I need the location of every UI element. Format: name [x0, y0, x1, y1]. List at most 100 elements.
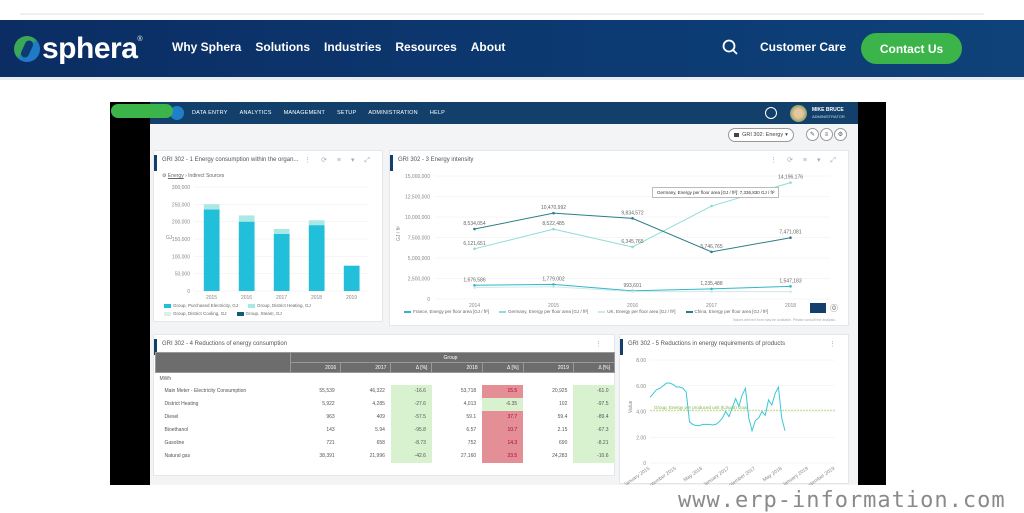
list-icon[interactable]: ≡ [820, 128, 833, 141]
table-cell: -42.6 [390, 449, 432, 463]
export-button[interactable] [810, 303, 826, 313]
column-header[interactable]: Δ [%] [572, 362, 616, 373]
legend-item[interactable]: Group, Steam, GJ [236, 311, 282, 316]
app-menu: DATA ENTRY ANALYTICS MANAGEMENT SETUP AD… [192, 110, 445, 116]
data-label: 1,779,002 [542, 276, 564, 282]
dashboard-icon [734, 133, 740, 137]
logo-text: sphera [42, 32, 138, 65]
row-label: Diesel [164, 414, 179, 420]
table-row: Diesel 963 409 -57.5 59.1 37.7 59.4 -89.4 [156, 410, 615, 424]
data-label: 993,601 [623, 283, 641, 289]
y-tick-label: 2.00 [636, 435, 646, 441]
app-menu-management[interactable]: MANAGEMENT [284, 110, 325, 116]
legend-item[interactable]: Group, District Heating, GJ [247, 303, 311, 308]
product-line-chart: 02.004.006.008.00Value Group, Energy per … [623, 358, 836, 485]
notification-icon[interactable] [765, 107, 777, 119]
app-menu-administration[interactable]: ADMINISTRATION [368, 110, 417, 116]
table-cell: 59.4 [557, 414, 568, 420]
table-cell: 59.1 [466, 414, 477, 420]
y-axis-label: GJ [166, 235, 173, 241]
data-point [631, 217, 634, 220]
column-header[interactable]: Δ [%] [481, 362, 524, 373]
line-chart: 0 2,500,000 5,000,000 7,500,000 10,000,000 12… [396, 174, 830, 309]
legend-item[interactable]: Group, Purchased Electricity, GJ [164, 303, 238, 308]
table-row: Gasoline 721 658 -8.73 752 14.3 690 -8.21 [156, 436, 615, 450]
data-point [552, 285, 555, 288]
table-cell: -8.21 [573, 436, 615, 450]
sphera-logo-icon [14, 36, 40, 62]
table-cell: -95.8 [390, 423, 432, 437]
data-point [552, 211, 555, 215]
app-menu-setup[interactable]: SETUP [337, 110, 356, 116]
app-menu-analytics[interactable]: ANALYTICS [240, 110, 272, 116]
table-cell: 10.7 [482, 423, 524, 437]
bar [273, 228, 290, 234]
menu-resources[interactable]: Resources [395, 40, 456, 54]
table-cell: 15.5 [482, 384, 524, 398]
x-tick-label: 2017 [276, 295, 287, 301]
table-cell: 5.94 [375, 427, 385, 433]
y-tick-label: 2,500,000 [408, 277, 430, 283]
user-avatar[interactable] [790, 105, 807, 122]
table-cell: -57.5 [390, 410, 432, 424]
row-label: Bioethanol [164, 427, 189, 433]
table-cell: 752 [467, 440, 477, 446]
data-label: 5,746,765 [700, 244, 722, 250]
legend-item[interactable]: Germany, Energy per floor area [GJ / ft²… [499, 309, 588, 314]
table-group-header: Group [155, 352, 615, 373]
app-menu-data-entry[interactable]: DATA ENTRY [192, 110, 228, 116]
legend-item[interactable]: China, Energy per floor area [GJ / ft²] [685, 309, 768, 314]
app-menu-help[interactable]: HELP [430, 110, 445, 116]
bar-chart: 0 50,000 100,000 150,000 200,000 250,000 300,0… [166, 185, 369, 301]
column-header[interactable]: 2016 [289, 362, 342, 373]
bar [273, 233, 290, 291]
dashboard-select[interactable]: GRI 302: Energy ▾ [728, 128, 794, 142]
sphera-logo[interactable]: sphera ® [14, 32, 143, 66]
search-icon[interactable] [722, 39, 738, 55]
column-header[interactable]: 2017 [340, 362, 392, 373]
y-tick-label: 12,500,000 [405, 195, 430, 201]
row-label: Gasoline [164, 440, 185, 446]
gear-icon[interactable]: ⚙ [834, 128, 847, 141]
top-divider [20, 13, 984, 15]
bar [308, 220, 325, 226]
data-point [789, 181, 792, 184]
data-point [789, 290, 792, 293]
legend-item[interactable]: France, Energy per floor area [GJ / ft²] [404, 309, 489, 314]
table-cell: 24,283 [552, 453, 568, 459]
panel-energy-consumption: GRI 302 - 1 Energy consumption within th… [153, 150, 383, 322]
column-header[interactable]: Δ [%] [390, 362, 433, 373]
data-point [631, 245, 634, 249]
info-icon[interactable]: ⓪ [830, 303, 838, 314]
column-header[interactable]: 2018 [431, 362, 483, 373]
y-tick-label: 10,000,000 [405, 215, 430, 221]
customer-care-link[interactable]: Customer Care [760, 40, 846, 54]
legend-item[interactable]: Group, District Cooling, GJ [164, 311, 227, 316]
panel-menu[interactable]: ⋮ [595, 340, 606, 348]
menu-solutions[interactable]: Solutions [255, 40, 310, 54]
menu-industries[interactable]: Industries [324, 40, 381, 54]
x-tick-label: January 2019 [781, 466, 809, 485]
table-row: Bioethanol 143 5.94 -95.8 6.57 10.7 2.15 -67.3 [156, 423, 615, 437]
menu-about[interactable]: About [471, 40, 506, 54]
y-axis-label: Value [628, 400, 634, 413]
table-cell: 690 [559, 440, 568, 446]
table-cell: 46,322 [369, 388, 385, 394]
table-cell: 53,718 [460, 388, 477, 394]
bar [308, 225, 325, 291]
data-point [473, 283, 476, 287]
y-tick-label: 250,000 [172, 202, 190, 208]
legend-item[interactable]: UK, Energy per floor area [GJ / ft²] [598, 309, 676, 314]
edit-icon[interactable]: ✎ [806, 128, 819, 141]
column-header[interactable]: 2019 [522, 362, 574, 373]
panel-title: GRI 302 - 4 Reductions of energy consump… [162, 341, 288, 347]
row-label-header [155, 352, 291, 373]
menu-why-sphera[interactable]: Why Sphera [172, 40, 241, 54]
table-cell: -27.6 [390, 397, 432, 411]
table-cell: 20,925 [552, 388, 568, 394]
x-tick-label: 2019 [346, 295, 357, 301]
site-navbar: sphera ® Why Sphera Solutions Industries… [0, 20, 1024, 77]
contact-us-button[interactable]: Contact Us [861, 33, 962, 64]
table-cell: 102 [559, 401, 568, 407]
x-tick-label: January 2015 [623, 466, 651, 485]
